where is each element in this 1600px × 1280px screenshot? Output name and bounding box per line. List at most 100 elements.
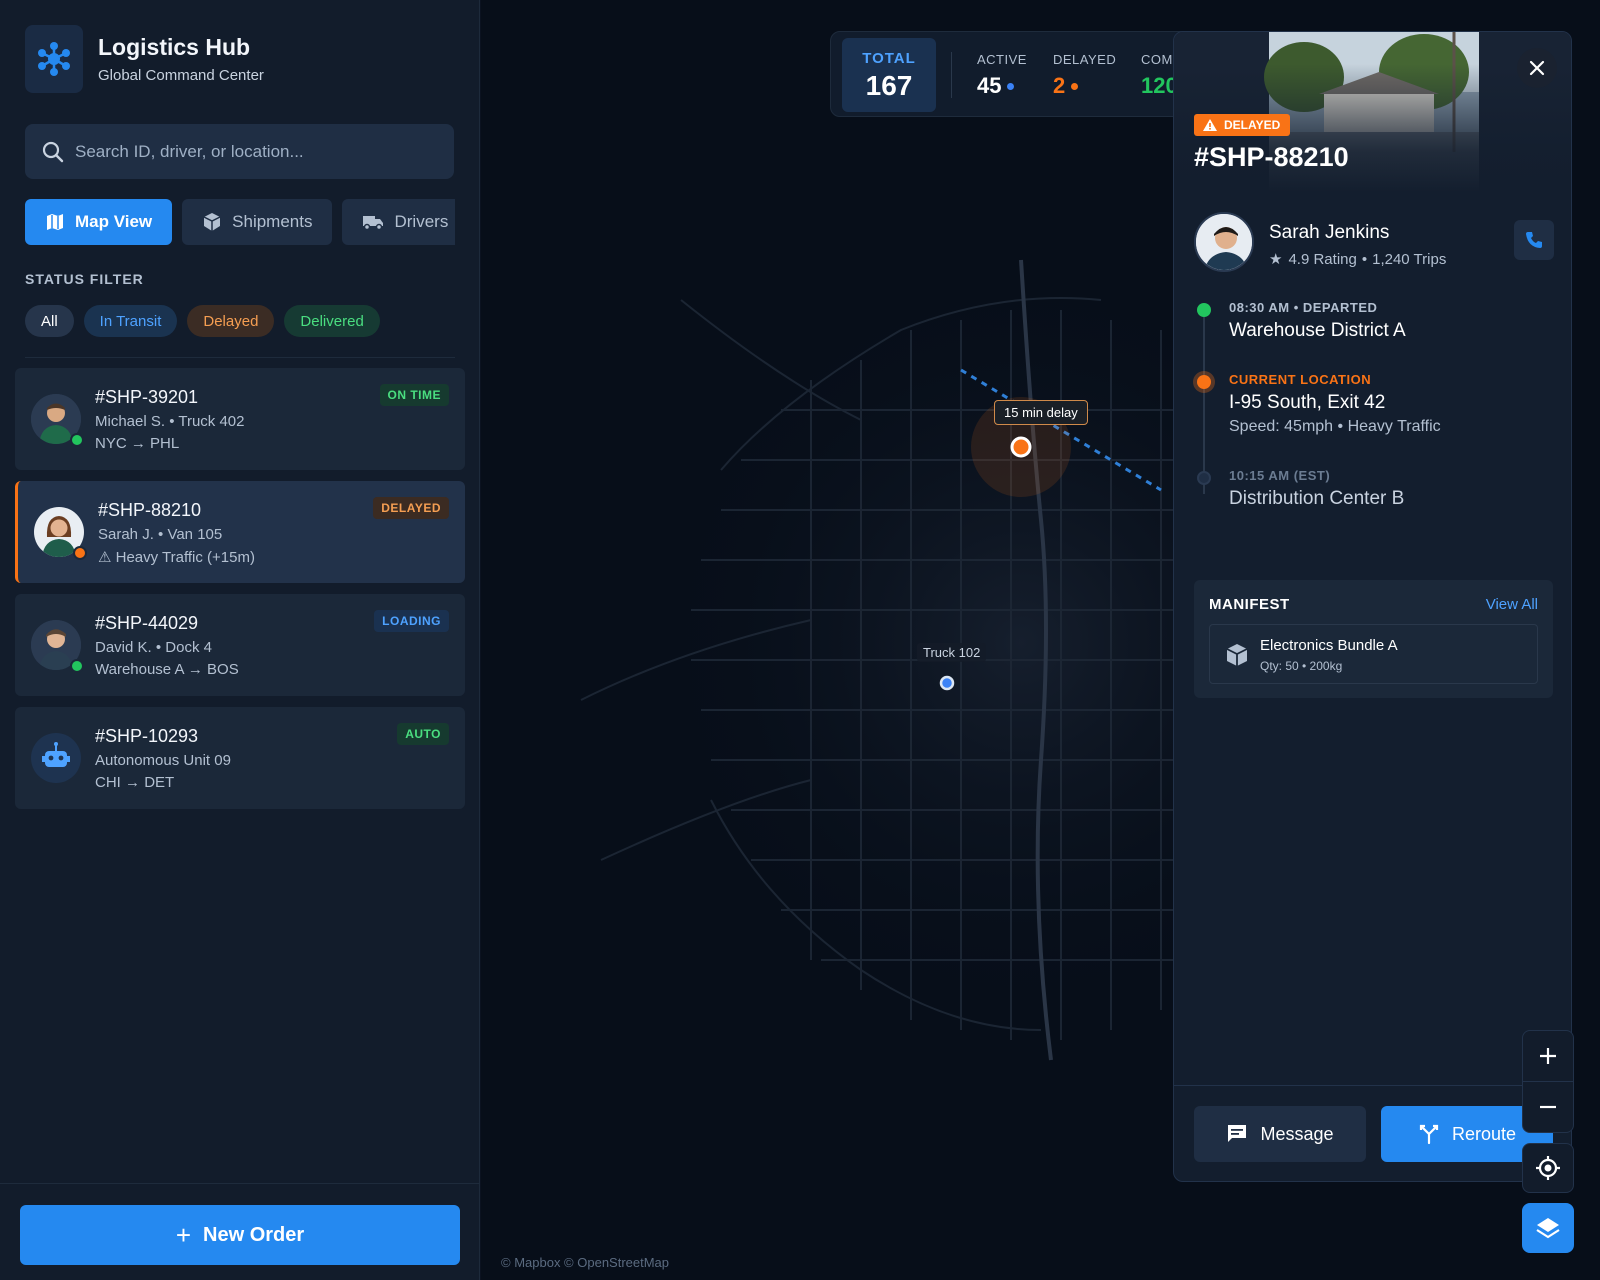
divider — [951, 52, 952, 98]
manifest-item[interactable]: Electronics Bundle A Qty: 50 • 200kg — [1209, 624, 1538, 684]
layers-button[interactable] — [1522, 1203, 1574, 1253]
shipment-card[interactable]: #SHP-39201 Michael S. • Truck 402 NYC → … — [15, 368, 465, 470]
zoom-out-button[interactable] — [1522, 1082, 1574, 1132]
status-badge: AUTO — [397, 723, 449, 745]
route-to: PHL — [150, 435, 180, 452]
manifest-title: MANIFEST — [1209, 596, 1290, 613]
driver-name: Sarah Jenkins — [1269, 222, 1390, 243]
app-subtitle: Global Command Center — [98, 67, 264, 84]
status-badge: ON TIME — [379, 384, 449, 406]
truck-label: Truck 102 — [917, 643, 987, 662]
shipment-card[interactable]: #SHP-10293 Autonomous Unit 09 CHI → DET … — [15, 707, 465, 809]
panel-actions: Message Reroute — [1174, 1085, 1571, 1181]
package-icon — [203, 213, 221, 231]
shipment-id: #SHP-44029 — [95, 613, 199, 633]
message-icon — [1228, 1125, 1247, 1142]
call-button[interactable] — [1514, 220, 1554, 260]
chip-delivered[interactable]: Delivered — [284, 305, 380, 337]
route-fork-icon — [1419, 1124, 1439, 1145]
close-button[interactable] — [1517, 48, 1557, 88]
separator: • — [1361, 250, 1368, 268]
arrow-right-icon: → — [187, 661, 203, 678]
view-all-link[interactable]: View All — [1486, 596, 1538, 613]
map-icon — [47, 214, 63, 230]
status-filter-chips: All In Transit Delayed Delivered — [25, 305, 380, 337]
plus-icon — [1540, 1048, 1556, 1064]
timeline-dot — [1197, 471, 1211, 485]
view-tabs: Map View Shipments Drivers — [25, 199, 455, 245]
status-badge: DELAYED — [373, 497, 449, 519]
reroute-label: Reroute — [1451, 1123, 1517, 1144]
shipment-card-selected[interactable]: #SHP-88210 Sarah J. • Van 105 ⚠ Heavy Tr… — [15, 481, 465, 583]
zoom-controls — [1522, 1030, 1574, 1133]
status-tag: DELAYED — [1194, 114, 1291, 136]
shipment-route: CHI → DET — [95, 774, 174, 791]
truck-icon — [363, 216, 384, 231]
shipment-alert: ⚠ Heavy Traffic (+15m) — [98, 548, 255, 566]
timeline-title: I-95 South, Exit 42 — [1229, 392, 1386, 413]
stat-value: 45 — [977, 73, 1027, 99]
stat-active: ACTIVE 45 — [977, 52, 1027, 99]
route-from: NYC — [95, 435, 127, 452]
shipment-card[interactable]: #SHP-44029 David K. • Dock 4 Warehouse A… — [15, 594, 465, 696]
status-dot — [70, 659, 84, 673]
status-filter-label: STATUS FILTER — [25, 271, 144, 287]
search-box[interactable] — [25, 124, 454, 179]
tab-shipments[interactable]: Shipments — [182, 199, 333, 245]
status-dot — [70, 433, 84, 447]
shipment-driver: Michael S. • Truck 402 — [95, 413, 245, 430]
locate-button[interactable] — [1522, 1143, 1574, 1193]
driver-trips: 1,240 Trips — [1372, 250, 1447, 268]
timeline-dot — [1197, 375, 1211, 389]
alert-text: Heavy Traffic (+15m) — [115, 549, 255, 566]
message-label: Message — [1260, 1123, 1334, 1144]
shipment-id: #SHP-10293 — [95, 726, 199, 746]
search-input[interactable] — [75, 141, 425, 162]
timeline-dot — [1197, 303, 1211, 317]
warning-icon: ⚠ — [98, 549, 112, 566]
stats-bar: TOTAL 167 ACTIVE 45 DELAYED 2 COMPLETED … — [830, 31, 1200, 117]
new-order-button[interactable]: + New Order — [20, 1205, 460, 1265]
truck-marker[interactable] — [939, 675, 955, 691]
message-button[interactable]: Message — [1194, 1106, 1366, 1162]
app-title: Logistics Hub — [98, 34, 251, 60]
chip-all[interactable]: All — [25, 305, 74, 337]
stat-label: DELAYED — [1053, 52, 1117, 67]
avatar — [1194, 212, 1254, 272]
shipment-route: NYC → PHL — [95, 435, 179, 452]
new-order-label: New Order — [203, 1223, 305, 1246]
timeline-title: Warehouse District A — [1229, 320, 1406, 341]
shipment-id: #SHP-88210 — [98, 500, 202, 520]
tab-map-view[interactable]: Map View — [25, 199, 173, 245]
stat-value: 167 — [865, 70, 913, 101]
warning-icon — [1203, 119, 1217, 131]
chip-delayed[interactable]: Delayed — [187, 305, 275, 337]
tab-drivers[interactable]: Drivers — [342, 199, 455, 245]
route-from: CHI — [95, 774, 121, 791]
driver-card: Sarah Jenkins ★ 4.9 Rating • 1,240 Trips — [1194, 212, 1554, 276]
stat-value: 2 — [1053, 73, 1116, 99]
panel-shipment-id: #SHP-88210 — [1194, 142, 1349, 172]
chip-in-transit[interactable]: In Transit — [83, 305, 178, 337]
plus-icon: + — [175, 1219, 192, 1250]
star-icon: ★ — [1269, 251, 1283, 268]
delay-tooltip: 15 min delay — [994, 400, 1088, 425]
zoom-in-button[interactable] — [1522, 1031, 1574, 1081]
shipment-driver: Autonomous Unit 09 — [95, 752, 231, 769]
stat-label: ACTIVE — [977, 52, 1027, 67]
timeline-title: Distribution Center B — [1229, 488, 1405, 509]
shipment-id: #SHP-39201 — [95, 387, 199, 407]
stat-label: TOTAL — [862, 50, 916, 67]
tab-label: Drivers — [394, 212, 449, 231]
timeline-label: 08:30 AM • DEPARTED — [1229, 300, 1378, 315]
status-dot — [73, 546, 87, 560]
shipment-detail-panel: DELAYED #SHP-88210 Sarah Jenkins ★ 4.9 R… — [1173, 31, 1572, 1182]
arrow-right-icon: → — [130, 435, 146, 452]
phone-icon — [1526, 232, 1542, 248]
tab-label: Shipments — [232, 212, 313, 231]
robot-icon — [31, 733, 81, 783]
delayed-vehicle-marker[interactable] — [1010, 436, 1032, 458]
shipment-list: #SHP-39201 Michael S. • Truck 402 NYC → … — [15, 368, 465, 820]
status-badge: LOADING — [374, 610, 449, 632]
manifest-item-meta: Qty: 50 • 200kg — [1260, 659, 1343, 673]
